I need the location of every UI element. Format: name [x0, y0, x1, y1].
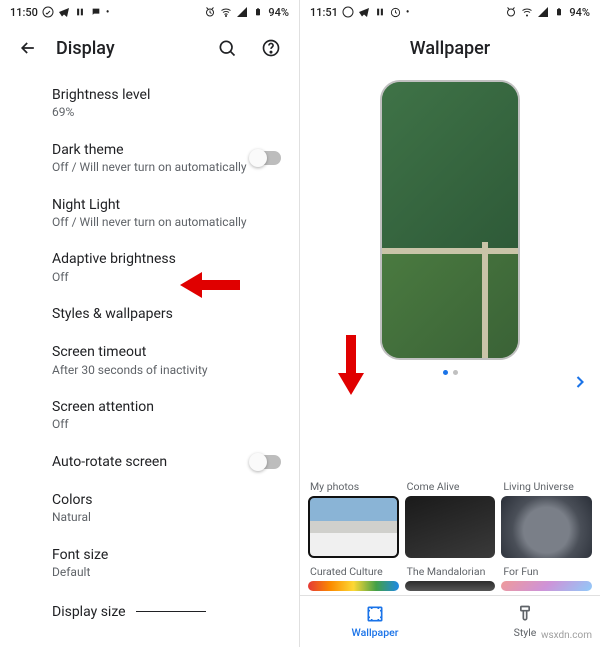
setting-night-light[interactable]: Night Light Off / Will never turn on aut…	[0, 186, 299, 241]
pause-icon	[74, 6, 86, 18]
setting-colors[interactable]: Colors Natural	[0, 481, 299, 536]
app-bar: Display	[0, 24, 299, 72]
setting-screen-timeout[interactable]: Screen timeout After 30 seconds of inact…	[0, 333, 299, 388]
auto-rotate-toggle[interactable]	[251, 455, 281, 469]
wallpaper-picker-pane: 11:51 • 94% Wallpaper	[300, 0, 600, 647]
status-battery: 94%	[569, 6, 590, 19]
style-icon	[515, 604, 535, 624]
setting-brightness-level[interactable]: Brightness level 69%	[0, 76, 299, 131]
setting-screen-attention[interactable]: Screen attention Off	[0, 388, 299, 443]
wallpaper-preview-area	[300, 72, 600, 473]
more-dot: •	[406, 7, 410, 18]
app-bar: Wallpaper	[300, 24, 600, 72]
setting-dark-theme[interactable]: Dark theme Off / Will never turn on auto…	[0, 131, 299, 186]
thumbnail	[308, 581, 399, 591]
setting-adaptive-brightness[interactable]: Adaptive brightness Off	[0, 240, 299, 295]
clock-icon	[390, 6, 402, 18]
watermark: wsxdn.com	[541, 630, 592, 641]
category-grid: My photos Come Alive Living Universe Cur…	[300, 473, 600, 595]
telegram-icon	[58, 6, 70, 18]
thumbnail	[405, 581, 496, 591]
underline-decoration	[136, 611, 206, 612]
category-my-photos[interactable]: My photos	[308, 477, 399, 558]
setting-auto-rotate[interactable]: Auto-rotate screen	[0, 443, 299, 481]
category-the-mandalorian[interactable]: The Mandalorian	[405, 562, 496, 591]
thumbnail	[405, 496, 496, 558]
help-button[interactable]	[255, 32, 287, 64]
signal-icon	[537, 6, 549, 18]
whatsapp-icon	[342, 6, 354, 18]
thumbnail	[308, 496, 399, 558]
thumbnail	[501, 581, 592, 591]
page-title: Display	[56, 38, 199, 59]
wallpaper-icon	[365, 604, 385, 624]
category-come-alive[interactable]: Come Alive	[405, 477, 496, 558]
category-living-universe[interactable]: Living Universe	[501, 477, 592, 558]
setting-display-size[interactable]: Display size	[0, 591, 299, 621]
more-dot: •	[106, 7, 110, 18]
status-time: 11:51	[310, 6, 338, 19]
dark-theme-toggle[interactable]	[251, 151, 281, 165]
status-time: 11:50	[10, 6, 38, 19]
nav-wallpaper[interactable]: Wallpaper	[300, 596, 450, 647]
next-button[interactable]	[570, 372, 590, 396]
status-bar: 11:51 • 94%	[300, 0, 600, 24]
telegram-icon	[358, 6, 370, 18]
settings-display-pane: 11:50 •	[0, 0, 300, 647]
message-icon	[90, 6, 102, 18]
wifi-icon	[521, 6, 533, 18]
pause-icon	[374, 6, 386, 18]
back-button[interactable]	[12, 32, 44, 64]
status-battery: 94%	[268, 6, 289, 19]
setting-styles-wallpapers[interactable]: Styles & wallpapers	[0, 295, 299, 333]
setting-font-size[interactable]: Font size Default	[0, 536, 299, 591]
settings-list: Brightness level 69% Dark theme Off / Wi…	[0, 72, 299, 647]
alarm-icon	[204, 6, 216, 18]
annotation-arrow-icon	[334, 335, 368, 395]
battery-icon	[252, 6, 264, 18]
alarm-icon	[505, 6, 517, 18]
search-button[interactable]	[211, 32, 243, 64]
page-indicator	[443, 370, 458, 375]
wifi-icon	[220, 6, 232, 18]
annotation-arrow-icon	[180, 268, 240, 302]
whatsapp-icon	[42, 6, 54, 18]
wallpaper-preview[interactable]	[380, 80, 520, 360]
category-for-fun[interactable]: For Fun	[501, 562, 592, 591]
thumbnail	[501, 496, 592, 558]
category-curated-culture[interactable]: Curated Culture	[308, 562, 399, 591]
signal-icon	[236, 6, 248, 18]
page-title: Wallpaper	[410, 38, 490, 59]
battery-icon	[553, 6, 565, 18]
status-bar: 11:50 •	[0, 0, 299, 24]
